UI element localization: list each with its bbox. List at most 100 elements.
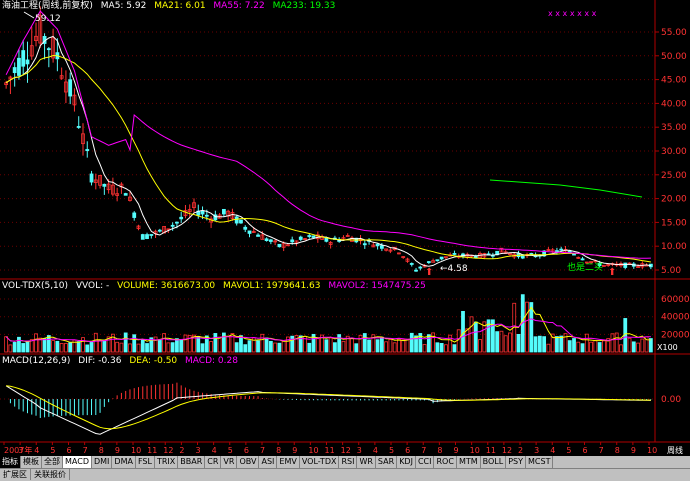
volume-bar xyxy=(555,336,559,353)
candle-body xyxy=(298,236,303,240)
volume-bar xyxy=(264,337,269,353)
ma21-line xyxy=(5,54,651,263)
low-price-label: ←4.58 xyxy=(440,264,468,274)
volume-tick-label: 40000 xyxy=(661,313,690,323)
candle-body xyxy=(21,50,26,67)
macd-header: MACD(12,26,9) DIF: -0.36 DEA: -0.50 MACD… xyxy=(2,356,243,367)
volume-bar xyxy=(619,344,623,353)
volume-bar xyxy=(384,341,389,353)
volume-bar xyxy=(324,339,329,353)
date-label: 5 xyxy=(50,446,55,455)
volume-bar xyxy=(350,337,354,353)
indicator-tab-wr[interactable]: WR xyxy=(357,456,376,468)
indicator-tab-mtm[interactable]: MTM xyxy=(457,456,481,468)
candle-body xyxy=(145,234,149,239)
indicator-tab-rsi[interactable]: RSI xyxy=(339,456,358,468)
volume-bar xyxy=(503,335,508,353)
price-tick-label: 5.00 xyxy=(661,266,681,276)
volume-bar xyxy=(614,332,619,353)
indicator-tab-指标[interactable]: 指标 xyxy=(0,456,21,468)
indicator-tab-vol-tdx[interactable]: VOL-TDX xyxy=(300,456,340,468)
indicator-tab-obv[interactable]: OBV xyxy=(237,456,260,468)
bottom-tab[interactable]: 扩展区 xyxy=(0,469,31,480)
indicator-tab-cci[interactable]: CCI xyxy=(416,456,435,468)
bottom-tab[interactable]: 关联报价 xyxy=(31,469,70,480)
indicator-tab-vr[interactable]: VR xyxy=(221,456,238,468)
candle-body xyxy=(140,234,145,240)
volume-bar xyxy=(247,340,252,353)
volume-bar xyxy=(123,332,128,353)
volume-bar xyxy=(34,333,38,353)
indicator-tab-psy[interactable]: PSY xyxy=(506,456,526,468)
volume-bar xyxy=(166,342,171,353)
indicator-tab-dmi[interactable]: DMI xyxy=(92,456,113,468)
indicator-tab-emv[interactable]: EMV xyxy=(277,456,300,468)
candle-body xyxy=(123,193,128,196)
indicator-tab-dma[interactable]: DMA xyxy=(112,456,136,468)
volume-bar xyxy=(388,339,393,353)
volume-bar xyxy=(239,335,243,353)
volume-bar xyxy=(81,337,85,353)
date-label: 9 xyxy=(631,446,636,455)
volume-bar xyxy=(273,342,278,353)
dif-line xyxy=(5,385,651,435)
candle-body xyxy=(243,226,248,230)
date-label: 9 xyxy=(454,446,459,455)
candle-body xyxy=(12,67,17,74)
volume-bar xyxy=(508,332,512,353)
volume-bar xyxy=(362,333,367,353)
buy-arrow-icon: ⬆ xyxy=(425,267,433,278)
indicator-tab-fsl[interactable]: FSL xyxy=(136,456,155,468)
volume-bar xyxy=(119,342,124,353)
candle-body xyxy=(68,79,73,97)
volume-bar xyxy=(17,336,21,353)
volume-bar xyxy=(636,342,640,353)
volume-bar xyxy=(392,342,397,353)
date-label: 8 xyxy=(615,446,620,455)
indicator-tab-kdj[interactable]: KDJ xyxy=(397,456,416,468)
ma233-label: MA233: 19.33 xyxy=(272,1,336,11)
volume-bar xyxy=(473,321,478,353)
indicator-tab-roc[interactable]: ROC xyxy=(434,456,457,468)
volume-bar xyxy=(567,340,572,353)
candle-body xyxy=(439,256,444,260)
indicator-tab-trix[interactable]: TRIX xyxy=(155,456,179,468)
kline-chart: 55.0050.0045.0040.0035.0030.0025.0020.00… xyxy=(0,0,690,455)
candle-body xyxy=(149,234,154,236)
candle-body xyxy=(264,238,269,242)
ma21-label: MA21: 6.01 xyxy=(154,1,206,11)
volume-label: VOLUME: 3616673.00 xyxy=(117,281,216,291)
date-label: 6 xyxy=(583,446,588,455)
volume-bar xyxy=(337,334,342,353)
date-label: 6 xyxy=(67,446,72,455)
volume-bar xyxy=(256,340,260,353)
indicator-tab-全部[interactable]: 全部 xyxy=(42,456,63,468)
volume-bar xyxy=(397,338,401,353)
date-label: 9 xyxy=(115,446,120,455)
bottom-tab-bar: 扩展区 关联报价 xyxy=(0,468,690,481)
volume-bar xyxy=(627,337,632,353)
indicator-tab-asi[interactable]: ASI xyxy=(259,456,278,468)
volume-bar xyxy=(268,340,273,353)
indicator-tab-sar[interactable]: SAR xyxy=(376,456,398,468)
volume-bar xyxy=(98,340,102,353)
ma5-label: MA5: 5.92 xyxy=(100,1,147,11)
volume-bar xyxy=(431,332,436,353)
indicator-tab-mcst[interactable]: MCST xyxy=(526,456,554,468)
indicator-tab-boll[interactable]: BOLL xyxy=(481,456,507,468)
volume-bar xyxy=(422,344,427,353)
indicator-tab-模板[interactable]: 模板 xyxy=(21,456,42,468)
candle-body xyxy=(76,126,81,128)
volume-bar xyxy=(593,340,598,353)
dif-label: DIF: -0.36 xyxy=(78,356,122,366)
dea-label: DEA: -0.50 xyxy=(129,356,178,366)
volume-bar xyxy=(175,338,179,353)
candle-body xyxy=(89,173,94,183)
volume-bar xyxy=(631,341,636,353)
date-label: 2 xyxy=(518,446,523,455)
volume-bar xyxy=(85,344,90,353)
indicator-tab-bbar[interactable]: BBAR xyxy=(178,456,206,468)
indicator-tab-cr[interactable]: CR xyxy=(205,456,222,468)
volume-bar xyxy=(128,343,132,353)
indicator-tab-macd[interactable]: MACD xyxy=(63,456,92,468)
